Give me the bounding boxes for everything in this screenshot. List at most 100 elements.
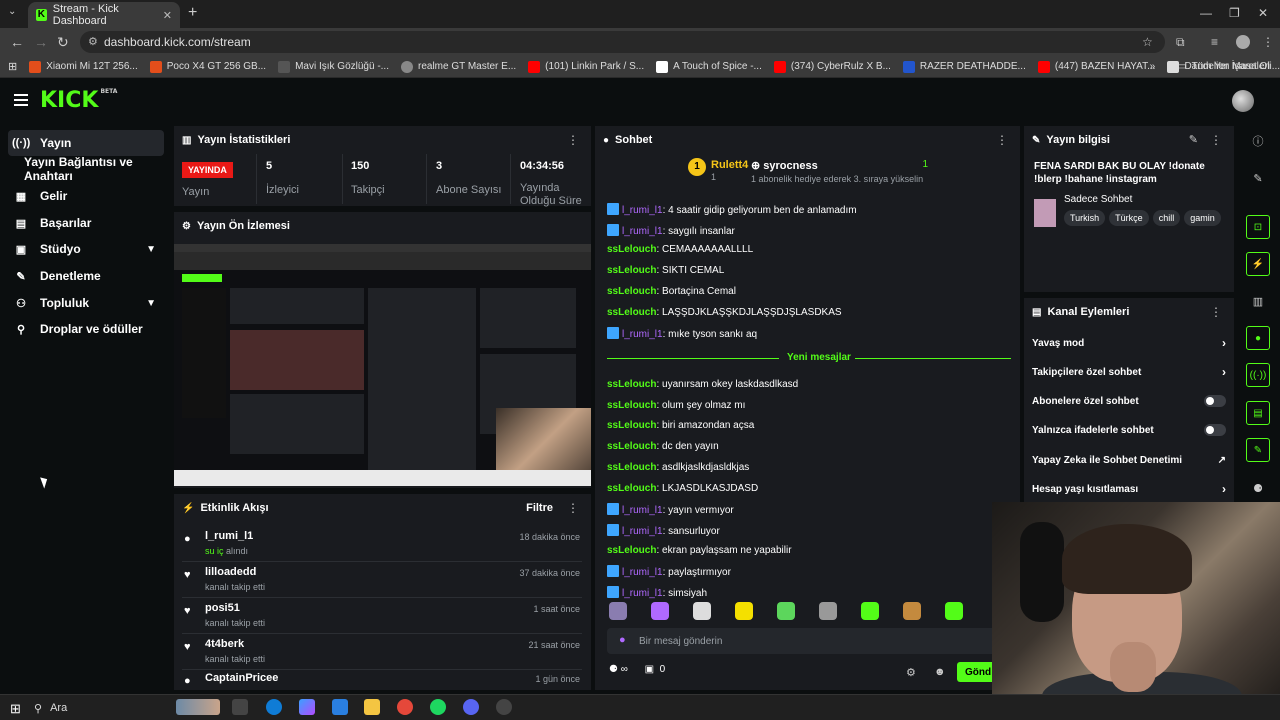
chat-username[interactable]: ssLelouch: [607, 441, 656, 452]
sidebar-item-stream-key[interactable]: Yayın Bağlantısı ve Anahtarı: [8, 155, 164, 183]
category-name[interactable]: Sadece Sohbet: [1064, 194, 1132, 205]
layout-icon[interactable]: ▤: [1246, 401, 1270, 425]
tab-search-icon[interactable]: ⌄: [8, 6, 16, 17]
chat-points[interactable]: ⚈ ∞ ▣ 0: [609, 664, 665, 675]
forward-icon[interactable]: →: [34, 34, 48, 50]
kick-logo[interactable]: KICK BETA: [40, 88, 117, 113]
emotes-only-toggle[interactable]: [1204, 424, 1226, 436]
emote-icon[interactable]: [861, 602, 879, 620]
emote-icon[interactable]: [735, 602, 753, 620]
edge-icon[interactable]: [266, 699, 282, 715]
browser-tab[interactable]: K Stream - Kick Dashboard ✕: [28, 2, 180, 28]
task-view-icon[interactable]: [232, 699, 248, 715]
obs-icon[interactable]: [496, 699, 512, 715]
chat-username[interactable]: l_rumi_l1: [622, 226, 663, 237]
sidebar-item-topluluk[interactable]: ⚇ Topluluk ▼: [8, 290, 164, 316]
reload-icon[interactable]: ↻: [57, 34, 69, 51]
user-name[interactable]: ⊕ syrocness: [751, 159, 818, 172]
emote-icon[interactable]: [651, 602, 669, 620]
window-close-icon[interactable]: ✕: [1258, 6, 1268, 20]
chrome-icon[interactable]: [397, 699, 413, 715]
tag[interactable]: Türkçe: [1109, 210, 1149, 226]
emote-icon[interactable]: [903, 602, 921, 620]
document-icon[interactable]: ▥: [1246, 289, 1270, 313]
spotify-icon[interactable]: [430, 699, 446, 715]
emotes-only-action[interactable]: Yalnızca ifadelerle sohbet: [1032, 421, 1226, 439]
more-options-icon[interactable]: ⋮: [567, 133, 579, 147]
subscribers-only-action[interactable]: Abonelere özel sohbet: [1032, 392, 1226, 410]
bookmark-item[interactable]: (447) BAZEN HAYAT...: [1037, 60, 1155, 73]
mic-icon[interactable]: ●: [619, 634, 626, 646]
wrench-icon[interactable]: ✎: [1246, 438, 1270, 462]
filter-button[interactable]: Filtre: [526, 502, 553, 514]
url-field[interactable]: ⚙ dashboard.kick.com/stream: [80, 31, 1165, 53]
sidebar-item-denetleme[interactable]: ✎ Denetleme: [8, 263, 164, 289]
copilot-icon[interactable]: [299, 699, 315, 715]
chat-username[interactable]: l_rumi_l1: [622, 567, 663, 578]
extensions-icon[interactable]: ⧉: [1176, 35, 1185, 50]
close-tab-icon[interactable]: ✕: [163, 9, 172, 22]
tag[interactable]: chill: [1152, 210, 1181, 226]
more-options-icon[interactable]: ⋮: [1210, 305, 1222, 319]
discord-icon[interactable]: [463, 699, 479, 715]
sidebar-item-yayin[interactable]: ((·)) Yayın: [8, 130, 164, 156]
sidebar-item-gelir[interactable]: ▦ Gelir: [8, 183, 164, 209]
sidebar-item-studyo[interactable]: ▣ Stüdyo ▼: [8, 236, 164, 262]
windows-start-icon[interactable]: ⊞: [10, 701, 21, 717]
profile-icon[interactable]: [1236, 35, 1250, 49]
search-highlight-icon[interactable]: [176, 699, 220, 715]
chat-username[interactable]: ssLelouch: [607, 307, 656, 318]
account-age-action[interactable]: Hesap yaşı kısıtlaması ›: [1032, 480, 1226, 498]
bookmark-star-icon[interactable]: ☆: [1142, 35, 1153, 49]
leader-name[interactable]: Rulett4: [711, 159, 748, 171]
chat-username[interactable]: l_rumi_l1: [622, 588, 663, 599]
bookmark-item[interactable]: Poco X4 GT 256 GB...: [149, 60, 266, 73]
chat-username[interactable]: ssLelouch: [607, 286, 656, 297]
followers-only-action[interactable]: Takipçilere özel sohbet ›: [1032, 363, 1226, 381]
more-options-icon[interactable]: ⋮: [1210, 133, 1222, 147]
more-options-icon[interactable]: ⋮: [567, 501, 579, 515]
subscribers-only-toggle[interactable]: [1204, 395, 1226, 407]
emote-icon[interactable]: [777, 602, 795, 620]
chat-username[interactable]: ssLelouch: [607, 483, 656, 494]
broadcast-icon[interactable]: ((·)): [1246, 363, 1270, 387]
bookmark-item[interactable]: RAZER DEATHADDE...: [902, 60, 1026, 73]
sidebar-item-basarilar[interactable]: ▤ Başarılar: [8, 210, 164, 236]
back-icon[interactable]: ←: [10, 34, 24, 50]
chat-input-box[interactable]: ●: [607, 628, 1003, 654]
slow-mode-action[interactable]: Yavaş mod ›: [1032, 334, 1226, 352]
store-icon[interactable]: [332, 699, 348, 715]
info-icon[interactable]: ⓘ: [1246, 129, 1270, 153]
user-avatar[interactable]: [1232, 90, 1254, 112]
points-icon[interactable]: ⚈: [1246, 476, 1270, 500]
edit-icon[interactable]: ✎: [1189, 133, 1198, 146]
minimize-icon[interactable]: —: [1200, 6, 1212, 20]
file-explorer-icon[interactable]: [364, 699, 380, 715]
chat-username[interactable]: l_rumi_l1: [622, 329, 663, 340]
emote-picker-icon[interactable]: ☻: [934, 666, 946, 678]
emote-icon[interactable]: [693, 602, 711, 620]
chat-username[interactable]: ssLelouch: [607, 545, 656, 556]
apps-grid-icon[interactable]: ⊞: [8, 60, 17, 73]
chat-bubble-icon[interactable]: ●: [1246, 326, 1270, 350]
bookmark-item[interactable]: (101) Linkin Park / S...: [528, 60, 644, 73]
bookmark-item[interactable]: realme GT Master E...: [400, 60, 516, 73]
more-bookmarks-icon[interactable]: »: [1150, 61, 1156, 72]
clip-icon[interactable]: ⊡: [1246, 215, 1270, 239]
edit-icon[interactable]: ✎: [1246, 166, 1270, 190]
bookmark-item[interactable]: Mavi Işık Gözlüğü -...: [278, 60, 389, 73]
chat-settings-icon[interactable]: ⚙: [906, 666, 916, 679]
bookmark-item[interactable]: (374) CyberRulz X B...: [773, 60, 891, 73]
ai-moderation-action[interactable]: Yapay Zeka ile Sohbet Denetimi ↗: [1032, 451, 1226, 469]
stream-preview-video[interactable]: [174, 244, 591, 486]
chat-input[interactable]: [639, 632, 979, 650]
lightning-icon[interactable]: ⚡: [1246, 252, 1270, 276]
chat-username[interactable]: ssLelouch: [607, 420, 656, 431]
chat-username[interactable]: ssLelouch: [607, 462, 656, 473]
restore-icon[interactable]: ❐: [1229, 6, 1240, 20]
tag[interactable]: Turkish: [1064, 210, 1106, 226]
chat-username[interactable]: l_rumi_l1: [622, 505, 663, 516]
browser-menu-icon[interactable]: ⋮: [1262, 35, 1274, 49]
site-info-icon[interactable]: ⚙: [88, 35, 98, 48]
chat-username[interactable]: ssLelouch: [607, 379, 656, 390]
